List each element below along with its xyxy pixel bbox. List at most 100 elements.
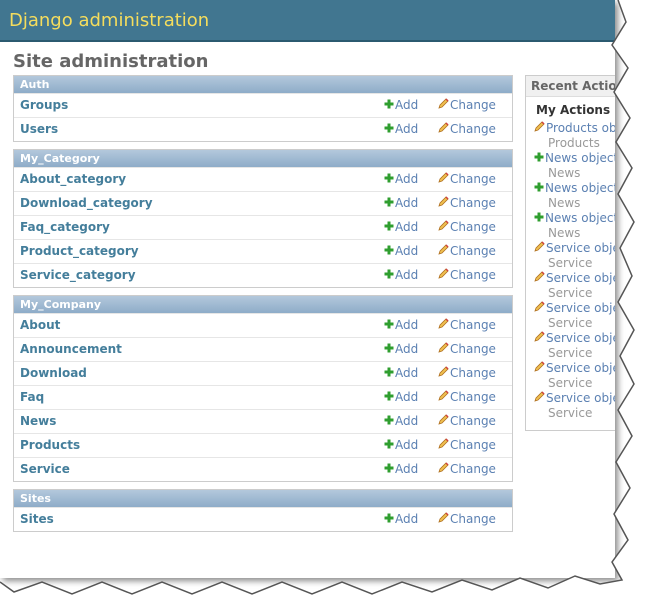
pencil-icon (534, 271, 545, 286)
pencil-icon (438, 434, 449, 457)
plus-icon (384, 240, 394, 263)
model-row: Faq_category Add Change (14, 215, 512, 239)
plus-icon (384, 314, 394, 337)
model-link[interactable]: Download_category (20, 192, 153, 215)
model-link[interactable]: Sites (20, 508, 54, 531)
module-header[interactable]: My_Category (14, 150, 512, 167)
change-link[interactable]: Change (438, 458, 496, 481)
add-link[interactable]: Add (384, 458, 418, 481)
add-label: Add (395, 98, 419, 112)
add-label: Add (395, 122, 419, 136)
model-link[interactable]: Service (20, 458, 70, 481)
change-link[interactable]: Change (438, 264, 496, 287)
recent-action-link[interactable]: Products object (534, 121, 615, 136)
change-link[interactable]: Change (438, 508, 496, 531)
model-link[interactable]: Announcement (20, 338, 122, 361)
change-link[interactable]: Change (438, 192, 496, 215)
pencil-icon (534, 301, 545, 316)
pencil-icon (534, 391, 545, 406)
add-link[interactable]: Add (384, 508, 418, 531)
model-link[interactable]: News (20, 410, 56, 433)
change-link[interactable]: Change (438, 338, 496, 361)
add-link[interactable]: Add (384, 264, 418, 287)
recent-action-type: Service (548, 316, 593, 330)
change-link[interactable]: Change (438, 240, 496, 263)
module-my-category: My_Category About_category Add Change Downlo… (13, 149, 513, 288)
model-link[interactable]: Products (20, 434, 80, 457)
module-header[interactable]: Auth (14, 76, 512, 93)
recent-action-link[interactable]: News object (534, 211, 615, 226)
add-link[interactable]: Add (384, 240, 418, 263)
change-link[interactable]: Change (438, 386, 496, 409)
model-row: Sites Add Change (14, 507, 512, 531)
add-link[interactable]: Add (384, 362, 418, 385)
plus-icon (384, 410, 394, 433)
model-row: Users Add Change (14, 117, 512, 141)
add-label: Add (395, 244, 419, 258)
plus-icon (384, 264, 394, 287)
recent-action-type: Service (548, 256, 593, 270)
recent-action-item: Products objectProducts (534, 121, 615, 151)
pencil-icon (534, 241, 545, 256)
change-link[interactable]: Change (438, 314, 496, 337)
recent-action-link[interactable]: Service object (534, 241, 615, 256)
add-link[interactable]: Add (384, 216, 418, 239)
change-link[interactable]: Change (438, 94, 496, 117)
model-row: About Add Change (14, 313, 512, 337)
recent-action-item: News object News (534, 211, 615, 241)
add-link[interactable]: Add (384, 168, 418, 191)
model-row: Faq Add Change (14, 385, 512, 409)
pencil-icon (438, 362, 449, 385)
change-label: Change (450, 220, 496, 234)
recent-action-label: News object (545, 151, 615, 165)
recent-action-link[interactable]: Service object (534, 391, 615, 406)
model-link[interactable]: Service_category (20, 264, 136, 287)
plus-icon (384, 118, 394, 141)
model-link[interactable]: About_category (20, 168, 126, 191)
add-link[interactable]: Add (384, 338, 418, 361)
change-link[interactable]: Change (438, 216, 496, 239)
plus-icon (384, 458, 394, 481)
add-link[interactable]: Add (384, 94, 418, 117)
recent-action-link[interactable]: News object (534, 181, 615, 196)
recent-action-link[interactable]: Service object (534, 271, 615, 286)
add-link[interactable]: Add (384, 410, 418, 433)
plus-icon (534, 151, 544, 166)
model-link[interactable]: About (20, 314, 60, 337)
recent-action-link[interactable]: Service object (534, 361, 615, 376)
recent-actions-panel: Recent Actions My Actions Products objec… (525, 75, 615, 431)
plus-icon (384, 216, 394, 239)
change-link[interactable]: Change (438, 118, 496, 141)
module-header[interactable]: My_Company (14, 296, 512, 313)
model-link[interactable]: Groups (20, 94, 68, 117)
change-link[interactable]: Change (438, 362, 496, 385)
change-link[interactable]: Change (438, 410, 496, 433)
model-link[interactable]: Product_category (20, 240, 139, 263)
add-link[interactable]: Add (384, 192, 418, 215)
change-link[interactable]: Change (438, 168, 496, 191)
add-label: Add (395, 366, 419, 380)
recent-action-link[interactable]: Service object (534, 301, 615, 316)
change-link[interactable]: Change (438, 434, 496, 457)
add-link[interactable]: Add (384, 434, 418, 457)
model-link[interactable]: Faq (20, 386, 44, 409)
model-link[interactable]: Users (20, 118, 58, 141)
recent-action-link[interactable]: News object (534, 151, 615, 166)
recent-action-label: News object (545, 181, 615, 195)
add-label: Add (395, 342, 419, 356)
add-link[interactable]: Add (384, 314, 418, 337)
module-header[interactable]: Sites (14, 490, 512, 507)
recent-action-type: Service (548, 346, 593, 360)
pencil-icon (438, 458, 449, 481)
site-name[interactable]: Django administration (9, 10, 209, 32)
model-link[interactable]: Faq_category (20, 216, 110, 239)
model-link[interactable]: Download (20, 362, 87, 385)
pencil-icon (438, 240, 449, 263)
add-link[interactable]: Add (384, 386, 418, 409)
add-label: Add (395, 390, 419, 404)
pencil-icon (438, 264, 449, 287)
recent-action-link[interactable]: Service object (534, 331, 615, 346)
add-link[interactable]: Add (384, 118, 418, 141)
pencil-icon (438, 216, 449, 239)
pencil-icon (438, 314, 449, 337)
